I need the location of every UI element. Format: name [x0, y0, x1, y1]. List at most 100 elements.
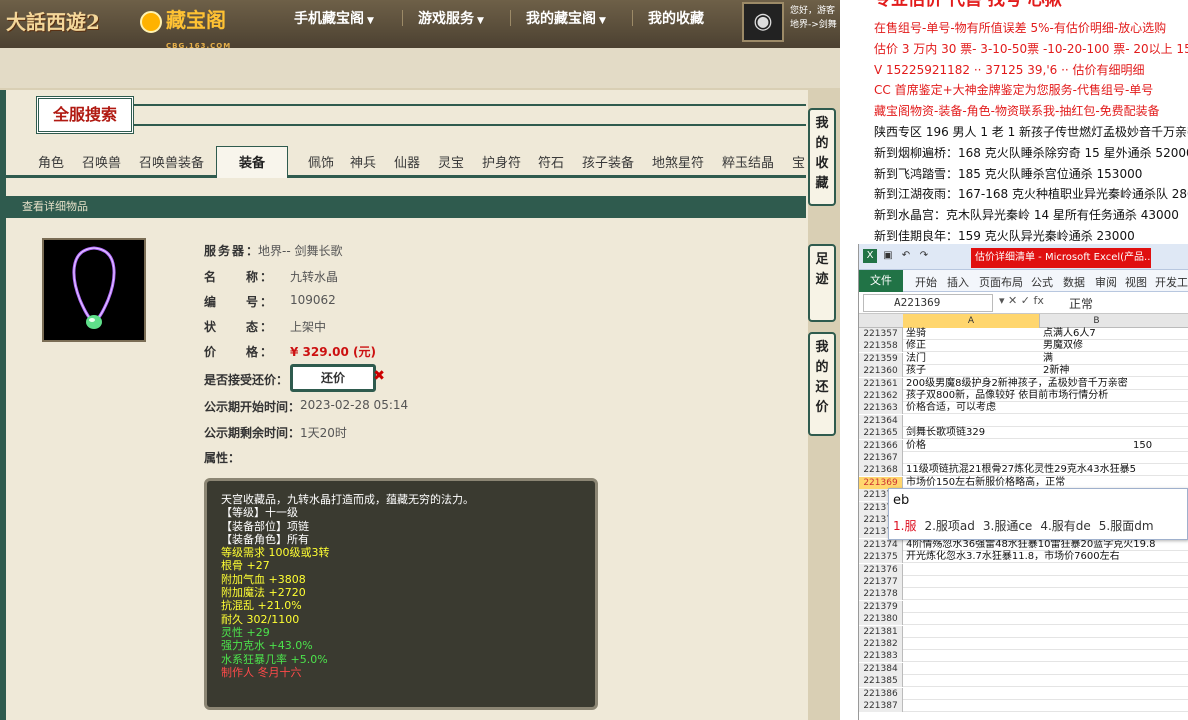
name-box[interactable]: A221369	[863, 294, 993, 312]
tab-star-talisman[interactable]: 地煞星符	[652, 152, 704, 171]
game-logo[interactable]: 大話西遊2	[6, 4, 118, 40]
site-logo[interactable]: 藏宝阁 CBG.163.COM	[140, 6, 250, 50]
table-row[interactable]: 221364	[859, 414, 1188, 427]
ribbon-tab-view[interactable]: 视图	[1125, 274, 1147, 290]
row-number[interactable]: 221383	[859, 650, 903, 663]
tab-amulet[interactable]: 护身符	[482, 152, 521, 171]
row-number[interactable]: 221357	[859, 328, 903, 340]
nav-mobile-cbg[interactable]: 手机藏宝阁 ▼	[294, 8, 374, 28]
tab-role[interactable]: 角色	[38, 152, 64, 171]
side-tab-footprint[interactable]: 足迹	[808, 244, 836, 322]
row-number[interactable]: 221380	[859, 613, 903, 626]
table-row[interactable]: 221376	[859, 563, 1188, 576]
fx-icon[interactable]: ▾ ✕ ✓ fx	[999, 294, 1044, 307]
table-row[interactable]: 221387	[859, 700, 1188, 712]
row-number[interactable]: 221378	[859, 588, 903, 601]
tab-accessory[interactable]: 佩饰	[308, 152, 334, 171]
nav-my-cbg[interactable]: 我的藏宝阁 ▼	[526, 8, 606, 28]
row-number[interactable]: 221367	[859, 452, 903, 464]
tab-child-equip[interactable]: 孩子装备	[582, 152, 634, 171]
ime-candidate[interactable]: 1.服	[893, 519, 916, 533]
side-tab-my-offers[interactable]: 我的还价	[808, 332, 836, 436]
table-row[interactable]: 221374 4阶情殇忽水36强雷48水狂暴10雷狂暴20蓝字克火19.8	[859, 538, 1188, 551]
column-b-header[interactable]: B	[1039, 314, 1153, 328]
row-number[interactable]: 221366	[859, 439, 903, 452]
cell-a[interactable]: 价格	[906, 440, 926, 452]
row-number[interactable]: 221387	[859, 700, 903, 712]
row-number[interactable]: 221359	[859, 352, 903, 365]
undo-icon[interactable]: ↶	[899, 249, 913, 263]
tab-divine-weapon[interactable]: 神兵	[350, 152, 376, 171]
row-number[interactable]: 221362	[859, 390, 903, 402]
ribbon-tab-file[interactable]: 文件	[859, 270, 903, 292]
ime-candidate[interactable]: 3.服通ce	[983, 519, 1032, 533]
row-number[interactable]: 221358	[859, 340, 903, 353]
cell-b-number[interactable]: 150	[1133, 440, 1152, 452]
table-row[interactable]: 221360 孩子 2新神	[859, 365, 1188, 378]
cell-a[interactable]: 价格合适，可以考虑	[906, 402, 996, 414]
side-tab-favorites[interactable]: 我的收藏	[808, 108, 836, 206]
cell-a[interactable]: 修正	[906, 340, 926, 352]
table-row[interactable]: 221366 价格 150	[859, 439, 1188, 452]
cell-a[interactable]: 开光炼化忽水3.7水狂暴11.8，市场价7600左右	[906, 551, 1120, 563]
row-number[interactable]: 221386	[859, 687, 903, 700]
row-number[interactable]: 221361	[859, 377, 903, 390]
cell-b[interactable]: 2新神	[1043, 365, 1069, 377]
row-number[interactable]: 221382	[859, 638, 903, 650]
cell-a[interactable]: 市场价150左右新服价格略高，正常	[906, 477, 1065, 489]
row-number[interactable]: 221375	[859, 551, 903, 564]
save-icon[interactable]: ▣	[881, 249, 895, 263]
table-row[interactable]: 221385	[859, 675, 1188, 688]
cell-a[interactable]: 法门	[906, 353, 926, 365]
row-number[interactable]: 221368	[859, 464, 903, 477]
formula-input[interactable]: 正常	[1069, 295, 1093, 312]
ribbon-tab-home[interactable]: 开始	[915, 274, 937, 290]
cell-a[interactable]: 4阶情殇忽水36强雷48水狂暴10雷狂暴20蓝字克火19.8	[906, 539, 1156, 551]
row-number[interactable]: 221381	[859, 625, 903, 638]
counter-offer-button[interactable]: 还价 ✖	[290, 364, 385, 392]
table-row[interactable]: 221383	[859, 650, 1188, 663]
row-number[interactable]: 221385	[859, 675, 903, 688]
ribbon-tab-insert[interactable]: 插入	[947, 274, 969, 290]
ribbon-tab-review[interactable]: 审阅	[1095, 274, 1117, 290]
ribbon-tab-data[interactable]: 数据	[1063, 274, 1085, 290]
row-number[interactable]: 221376	[859, 563, 903, 576]
table-row[interactable]: 221380	[859, 613, 1188, 626]
ime-candidate[interactable]: 4.服有de	[1040, 519, 1090, 533]
row-number[interactable]: 221369	[859, 476, 903, 489]
row-number[interactable]: 221379	[859, 600, 903, 613]
row-number[interactable]: 221360	[859, 365, 903, 378]
row-number[interactable]: 221364	[859, 414, 903, 427]
ime-candidate[interactable]: 5.服面dm	[1099, 519, 1154, 533]
table-row[interactable]: 221384	[859, 662, 1188, 675]
tab-spirit-treasure[interactable]: 灵宝	[438, 152, 464, 171]
table-row[interactable]: 221368 11级项链抗混21根骨27炼化灵性29克水43水狂暴5	[859, 464, 1188, 477]
table-row[interactable]: 221386	[859, 687, 1188, 700]
tab-summon[interactable]: 召唤兽	[82, 152, 121, 171]
table-row[interactable]: 221377	[859, 576, 1188, 588]
table-row[interactable]: 221357 坐骑 点满人6人7	[859, 328, 1188, 340]
cell-a[interactable]: 坐骑	[906, 328, 926, 340]
table-row[interactable]: 221382	[859, 638, 1188, 650]
column-a-header[interactable]: A	[903, 314, 1039, 328]
row-number[interactable]: 221374	[859, 538, 903, 551]
row-number[interactable]: 221384	[859, 662, 903, 675]
redo-icon[interactable]: ↷	[917, 249, 931, 263]
tab-immortal-gear[interactable]: 仙器	[394, 152, 420, 171]
row-number[interactable]: 221377	[859, 576, 903, 588]
cell-a[interactable]: 孩子	[906, 365, 926, 377]
nav-game-service[interactable]: 游戏服务 ▼	[418, 8, 484, 28]
cell-b[interactable]: 男魔双修	[1043, 340, 1083, 352]
tab-summon-equip[interactable]: 召唤兽装备	[139, 152, 204, 171]
tab-rune[interactable]: 符石	[538, 152, 564, 171]
row-number[interactable]: 221365	[859, 427, 903, 440]
tab-equipment[interactable]: 装备	[216, 146, 289, 178]
table-row[interactable]: 221365 剑舞长歌项链329	[859, 427, 1188, 440]
table-row[interactable]: 221381	[859, 625, 1188, 638]
table-row[interactable]: 221369 市场价150左右新服价格略高，正常	[859, 476, 1188, 489]
cell-a[interactable]: 200级男魔8级护身2新神孩子，孟极妙音千万亲密	[906, 378, 1128, 390]
tab-jade-crystal[interactable]: 粹玉结晶	[722, 152, 774, 171]
cell-a[interactable]: 孩子双800新，品像较好 依目前市场行情分析	[906, 390, 1108, 402]
nav-my-favorites[interactable]: 我的收藏	[648, 8, 704, 28]
table-row[interactable]: 221367	[859, 452, 1188, 464]
